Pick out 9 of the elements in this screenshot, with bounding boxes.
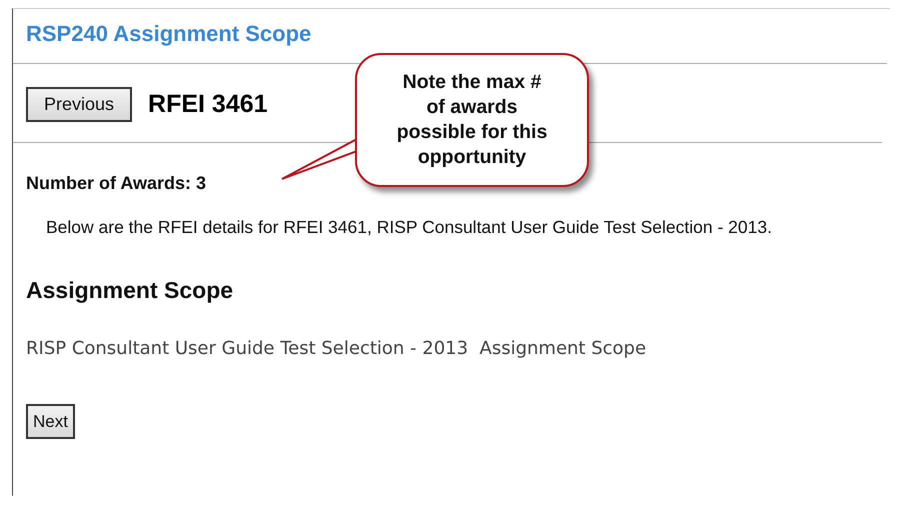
section-heading: Assignment Scope [26, 277, 234, 303]
rfei-heading: RFEI 3461 [148, 90, 268, 119]
previous-button[interactable]: Previous [26, 87, 132, 122]
callout-note: Note the max # of awards possible for this opportunity [355, 53, 589, 187]
awards-label: Number of Awards: 3 [26, 172, 206, 195]
page-title: RSP240 Assignment Scope [26, 21, 312, 47]
intro-text: Below are the RFEI details for RFEI 3461, RISP Consultant User Guide Test Selection - 2013. [46, 217, 772, 238]
section-body: RISP Consultant User Guide Test Selection - 2013 Assignment Scope [26, 338, 646, 360]
next-button[interactable]: Next [26, 404, 75, 439]
